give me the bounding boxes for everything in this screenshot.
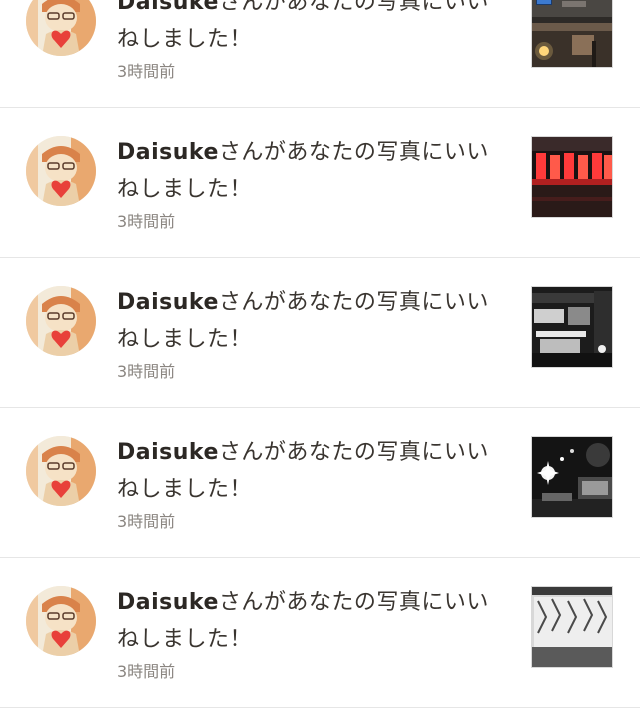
username[interactable]: Daisuke (117, 290, 219, 315)
timestamp: 3時間前 (117, 362, 176, 381)
username[interactable]: Daisuke (117, 440, 219, 465)
user-avatar-icon[interactable] (26, 436, 96, 506)
notification-text: Daisukeさんがあなたの写真にいいねしました！ 3時間前 (117, 434, 517, 534)
liked-photo-thumbnail[interactable] (531, 286, 613, 368)
notification-message: Daisukeさんがあなたの写真にいいねしました！ (117, 0, 517, 58)
message-text-line1: さんがあなたの写真にいい (218, 140, 489, 165)
notification-row[interactable]: Daisukeさんがあなたの写真にいいねしました！ 3時間前 (0, 258, 640, 408)
timestamp: 3時間前 (117, 62, 176, 81)
message-text-line2: ねしました！ (117, 27, 253, 52)
message-text-line1: さんがあなたの写真にいい (218, 440, 489, 465)
notification-text: Daisukeさんがあなたの写真にいい ねしました！ 3時間前 (117, 584, 517, 684)
message-text-line2: ねしました！ (117, 327, 253, 352)
liked-photo-thumbnail[interactable] (531, 0, 613, 68)
username[interactable]: Daisuke (117, 590, 219, 615)
notification-message: Daisukeさんがあなたの写真にいいねしました！ (117, 284, 517, 358)
notification-text: Daisukeさんがあなたの写真にいいねしました！ 3時間前 (117, 134, 517, 234)
user-avatar-icon[interactable] (26, 136, 96, 206)
user-avatar-icon[interactable] (26, 0, 96, 56)
timestamp: 3時間前 (117, 662, 176, 681)
notification-message: Daisukeさんがあなたの写真にいい ねしました！ (117, 584, 517, 658)
notification-row[interactable]: Daisukeさんがあなたの写真にいい ねしました！ 3時間前 (0, 558, 640, 708)
message-text-line1: さんがあなたの写真にいい (218, 590, 489, 615)
liked-photo-thumbnail[interactable] (531, 436, 613, 518)
username[interactable]: Daisuke (117, 140, 219, 165)
notification-row[interactable]: Daisukeさんがあなたの写真にいいねしました！ 3時間前 (0, 408, 640, 558)
notification-text: Daisukeさんがあなたの写真にいいねしました！ 3時間前 (117, 284, 517, 384)
message-text-line1: さんがあなたの写真にいい (218, 290, 489, 315)
notification-text: Daisukeさんがあなたの写真にいいねしました！ 3時間前 (117, 0, 517, 84)
message-text-line1: さんがあなたの写真にいい (218, 0, 489, 15)
notification-row[interactable]: Daisukeさんがあなたの写真にいいねしました！ 3時間前 (0, 108, 640, 258)
user-avatar-icon[interactable] (26, 286, 96, 356)
user-avatar-icon[interactable] (26, 586, 96, 656)
message-text-line2: ねしました！ (117, 477, 253, 502)
liked-photo-thumbnail[interactable] (531, 136, 613, 218)
notification-row[interactable]: Daisukeさんがあなたの写真にいいねしました！ 3時間前 (0, 0, 640, 108)
notification-feed: Daisukeさんがあなたの写真にいい ねしました！ 3時間前 Daisukeさ… (0, 0, 640, 708)
timestamp: 3時間前 (117, 512, 176, 531)
username[interactable]: Daisuke (117, 0, 219, 15)
liked-photo-thumbnail[interactable] (531, 586, 613, 668)
message-text-line2: ねしました！ (117, 177, 253, 202)
timestamp: 3時間前 (117, 212, 176, 231)
notification-message: Daisukeさんがあなたの写真にいいねしました！ (117, 434, 517, 508)
notification-message: Daisukeさんがあなたの写真にいいねしました！ (117, 134, 517, 208)
